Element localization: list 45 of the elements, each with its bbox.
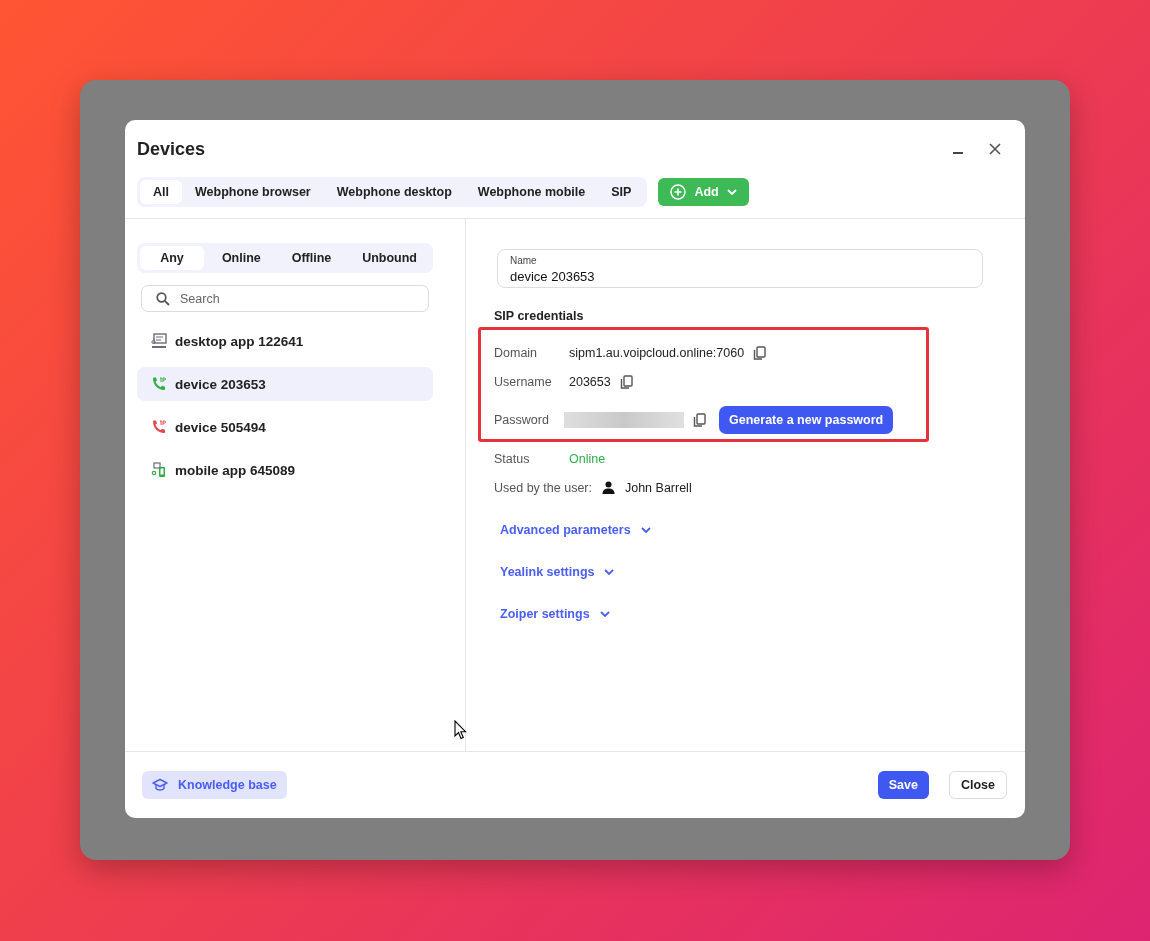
device-item[interactable]: desktop app 122641 [137,324,433,358]
filter-tab[interactable]: Online [208,246,274,270]
expander-link[interactable]: Yealink settings [494,558,621,586]
save-button[interactable]: Save [877,771,929,799]
field-label: Password [494,413,550,427]
chevron-down-icon [599,611,610,617]
tab[interactable]: Webphone mobile [464,180,599,204]
section-title: SIP credentials [494,309,585,323]
chevron-down-icon [640,527,651,533]
tab[interactable]: Webphone desktop [323,180,465,204]
filter-tab[interactable]: Offline [278,246,345,270]
field-value: sipm1.au.voipcloud.online:7060 [569,345,745,360]
knowledge-base-button[interactable]: Knowledge base [142,771,287,799]
device-item[interactable]: mobile app 645089 [137,453,433,487]
expander-link[interactable]: Advanced parameters [494,516,657,544]
graduation-cap-icon [152,778,168,792]
copy-icon[interactable] [693,413,706,427]
field-label: Name [510,255,537,266]
mouse-pointer-icon [454,720,467,740]
device-item[interactable]: device 203653 [137,367,433,401]
expander-link[interactable]: Zoiper settings [494,600,616,628]
status-value: Online [569,451,606,466]
field-label: Domain [494,345,539,360]
copy-icon[interactable] [753,345,767,360]
tab[interactable]: All [140,180,182,204]
filter-tab[interactable]: Unbound [349,246,430,270]
plus-icon [670,184,687,200]
close-icon[interactable] [989,143,1001,155]
person-icon [601,481,615,494]
search-field[interactable]: Search [141,285,429,312]
filter-tab[interactable]: Any [140,246,204,270]
chevron-down-icon [604,569,615,575]
copy-icon[interactable] [619,374,633,389]
tab[interactable]: Webphone browser [182,180,324,204]
field-label: Status [494,451,531,466]
field-value: 203653 [569,374,611,389]
tab[interactable]: SIP [598,180,645,204]
user-name: John Barrell [624,480,692,495]
device-item[interactable]: device 505494 [137,410,433,444]
field-label: Username [494,374,553,389]
generate-password-button[interactable]: Generate a new password [719,406,894,434]
close-button[interactable]: Close [948,771,1007,799]
chevron-down-icon [726,189,737,195]
dialog-title: Devices [137,138,206,160]
field-label: Used by the user: [494,480,592,495]
